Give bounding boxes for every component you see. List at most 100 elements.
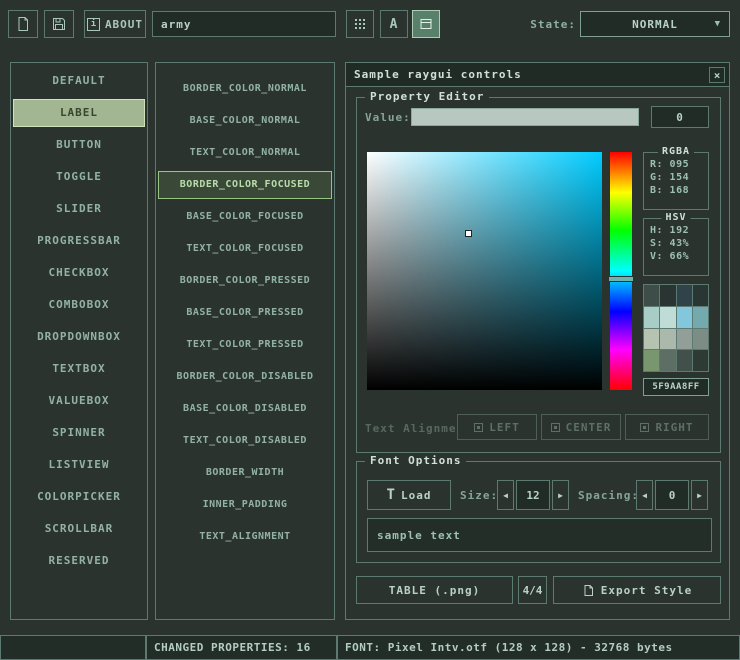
align-center-button[interactable]: CENTER bbox=[541, 414, 621, 440]
color-swatch[interactable] bbox=[677, 329, 692, 350]
size-value[interactable]: 12 bbox=[516, 480, 550, 510]
state-label: State: bbox=[520, 18, 576, 31]
table-window-icon bbox=[418, 16, 434, 32]
table-export-label: TABLE (.png) bbox=[389, 584, 480, 597]
hsv-s-value: S: 43% bbox=[644, 236, 708, 249]
color-swatch[interactable] bbox=[677, 307, 692, 328]
table-export-button[interactable]: TABLE (.png) bbox=[356, 576, 513, 604]
grid-view-button[interactable] bbox=[346, 10, 374, 38]
color-swatch[interactable] bbox=[660, 329, 675, 350]
controls-list-item[interactable]: SPINNER bbox=[13, 419, 145, 447]
chevron-down-icon: ▼ bbox=[715, 19, 721, 29]
controls-list-item[interactable]: LABEL bbox=[13, 99, 145, 127]
size-increment-button[interactable]: ▶ bbox=[552, 480, 569, 510]
hsv-v-value: V: 66% bbox=[644, 249, 708, 262]
color-swatch[interactable] bbox=[693, 307, 708, 328]
align-left-icon bbox=[474, 423, 483, 432]
spacing-decrement-button[interactable]: ◀ bbox=[636, 480, 653, 510]
colorpicker-cursor[interactable] bbox=[465, 230, 472, 237]
properties-list-item[interactable]: BORDER_COLOR_NORMAL bbox=[158, 75, 332, 103]
properties-list-item[interactable]: BORDER_WIDTH bbox=[158, 459, 332, 487]
export-style-label: Export Style bbox=[601, 584, 692, 597]
hex-value-box[interactable]: 5F9AA8FF bbox=[643, 378, 709, 396]
controls-list-item[interactable]: PROGRESSBAR bbox=[13, 227, 145, 255]
new-file-button[interactable] bbox=[8, 10, 38, 38]
spacing-increment-button[interactable]: ▶ bbox=[691, 480, 708, 510]
about-label: ABOUT bbox=[105, 18, 143, 31]
color-swatch[interactable] bbox=[677, 350, 692, 371]
value-input[interactable] bbox=[411, 108, 639, 126]
properties-list-item[interactable]: INNER_PADDING bbox=[158, 491, 332, 519]
window-titlebar[interactable]: Sample raygui controls × bbox=[346, 63, 729, 87]
controls-list-item[interactable]: CHECKBOX bbox=[13, 259, 145, 287]
colorpicker-hue-bar[interactable] bbox=[610, 152, 632, 390]
color-swatch[interactable] bbox=[693, 285, 708, 306]
size-label: Size: bbox=[460, 489, 498, 502]
color-swatch[interactable] bbox=[644, 329, 659, 350]
align-right-button[interactable]: RIGHT bbox=[625, 414, 709, 440]
properties-list-item[interactable]: BORDER_COLOR_FOCUSED bbox=[158, 171, 332, 199]
sample-text-input[interactable]: sample text bbox=[367, 518, 712, 552]
rgba-box: RGBA R: 095 G: 154 B: 168 bbox=[643, 152, 709, 210]
properties-list-item[interactable]: TEXT_COLOR_PRESSED bbox=[158, 331, 332, 359]
save-file-icon bbox=[51, 16, 67, 32]
align-right-icon bbox=[640, 423, 649, 432]
controls-list-item[interactable]: VALUEBOX bbox=[13, 387, 145, 415]
color-swatch[interactable] bbox=[644, 350, 659, 371]
controls-list-item[interactable]: LISTVIEW bbox=[13, 451, 145, 479]
export-style-button[interactable]: Export Style bbox=[553, 576, 721, 604]
properties-list-item[interactable]: TEXT_ALIGNMENT bbox=[158, 523, 332, 551]
save-file-button[interactable] bbox=[44, 10, 74, 38]
color-swatch[interactable] bbox=[644, 285, 659, 306]
property-editor-label: Property Editor bbox=[365, 90, 489, 103]
statusbar-changed-properties: CHANGED PROPERTIES: 16 bbox=[146, 635, 337, 660]
color-swatch[interactable] bbox=[677, 285, 692, 306]
color-swatch[interactable] bbox=[693, 329, 708, 350]
controls-list-item[interactable]: COMBOBOX bbox=[13, 291, 145, 319]
color-swatch[interactable] bbox=[693, 350, 708, 371]
controls-list-item[interactable]: COLORPICKER bbox=[13, 483, 145, 511]
properties-list-item[interactable]: TEXT_COLOR_NORMAL bbox=[158, 139, 332, 167]
properties-list-item[interactable]: TEXT_COLOR_DISABLED bbox=[158, 427, 332, 455]
properties-panel: BORDER_COLOR_NORMAL BASE_COLOR_NORMAL TEXT… bbox=[155, 62, 335, 620]
toolbar: i ABOUT army A State: NORMAL bbox=[0, 0, 740, 50]
about-button[interactable]: i ABOUT bbox=[84, 10, 146, 38]
controls-list-item[interactable]: SCROLLBAR bbox=[13, 515, 145, 543]
controls-list-item[interactable]: DEFAULT bbox=[13, 67, 145, 95]
color-swatch[interactable] bbox=[660, 307, 675, 328]
font-load-button[interactable]: T Load bbox=[367, 480, 451, 510]
properties-list-item[interactable]: BORDER_COLOR_DISABLED bbox=[158, 363, 332, 391]
property-editor-group: Property Editor Value: 0 RGBA R: 095 G: … bbox=[356, 97, 721, 453]
size-decrement-button[interactable]: ◀ bbox=[497, 480, 514, 510]
spacing-value[interactable]: 0 bbox=[655, 480, 689, 510]
properties-list-item[interactable]: BASE_COLOR_DISABLED bbox=[158, 395, 332, 423]
controls-list-item[interactable]: BUTTON bbox=[13, 131, 145, 159]
color-swatch[interactable] bbox=[644, 307, 659, 328]
controls-list-item[interactable]: TEXTBOX bbox=[13, 355, 145, 383]
state-dropdown[interactable]: NORMAL ▼ bbox=[580, 11, 730, 37]
properties-list-item[interactable]: BASE_COLOR_FOCUSED bbox=[158, 203, 332, 231]
text-alignment-label: Text Alignme bbox=[365, 422, 457, 435]
controls-list-item[interactable]: RESERVED bbox=[13, 547, 145, 575]
close-button[interactable]: × bbox=[709, 67, 725, 83]
value-button[interactable]: 0 bbox=[651, 106, 709, 128]
properties-list-item[interactable]: BORDER_COLOR_PRESSED bbox=[158, 267, 332, 295]
properties-list-item[interactable]: TEXT_COLOR_FOCUSED bbox=[158, 235, 332, 263]
style-table-button[interactable] bbox=[412, 10, 440, 38]
rgba-label: RGBA bbox=[658, 146, 694, 157]
rgba-b-value: B: 168 bbox=[644, 183, 708, 196]
style-name-input[interactable]: army bbox=[152, 11, 336, 37]
hue-slider-handle[interactable] bbox=[608, 276, 634, 282]
rgba-g-value: G: 154 bbox=[644, 170, 708, 183]
colorpicker-sv-area[interactable] bbox=[367, 152, 602, 390]
font-options-group: Font Options T Load Size: ◀ 12 ▶ Spacing… bbox=[356, 461, 721, 563]
align-left-button[interactable]: LEFT bbox=[457, 414, 537, 440]
properties-list-item[interactable]: BASE_COLOR_PRESSED bbox=[158, 299, 332, 327]
controls-list-item[interactable]: TOGGLE bbox=[13, 163, 145, 191]
font-preview-button[interactable]: A bbox=[380, 10, 408, 38]
controls-list-item[interactable]: SLIDER bbox=[13, 195, 145, 223]
color-swatch[interactable] bbox=[660, 285, 675, 306]
properties-list-item[interactable]: BASE_COLOR_NORMAL bbox=[158, 107, 332, 135]
color-swatch[interactable] bbox=[660, 350, 675, 371]
controls-list-item[interactable]: DROPDOWNBOX bbox=[13, 323, 145, 351]
